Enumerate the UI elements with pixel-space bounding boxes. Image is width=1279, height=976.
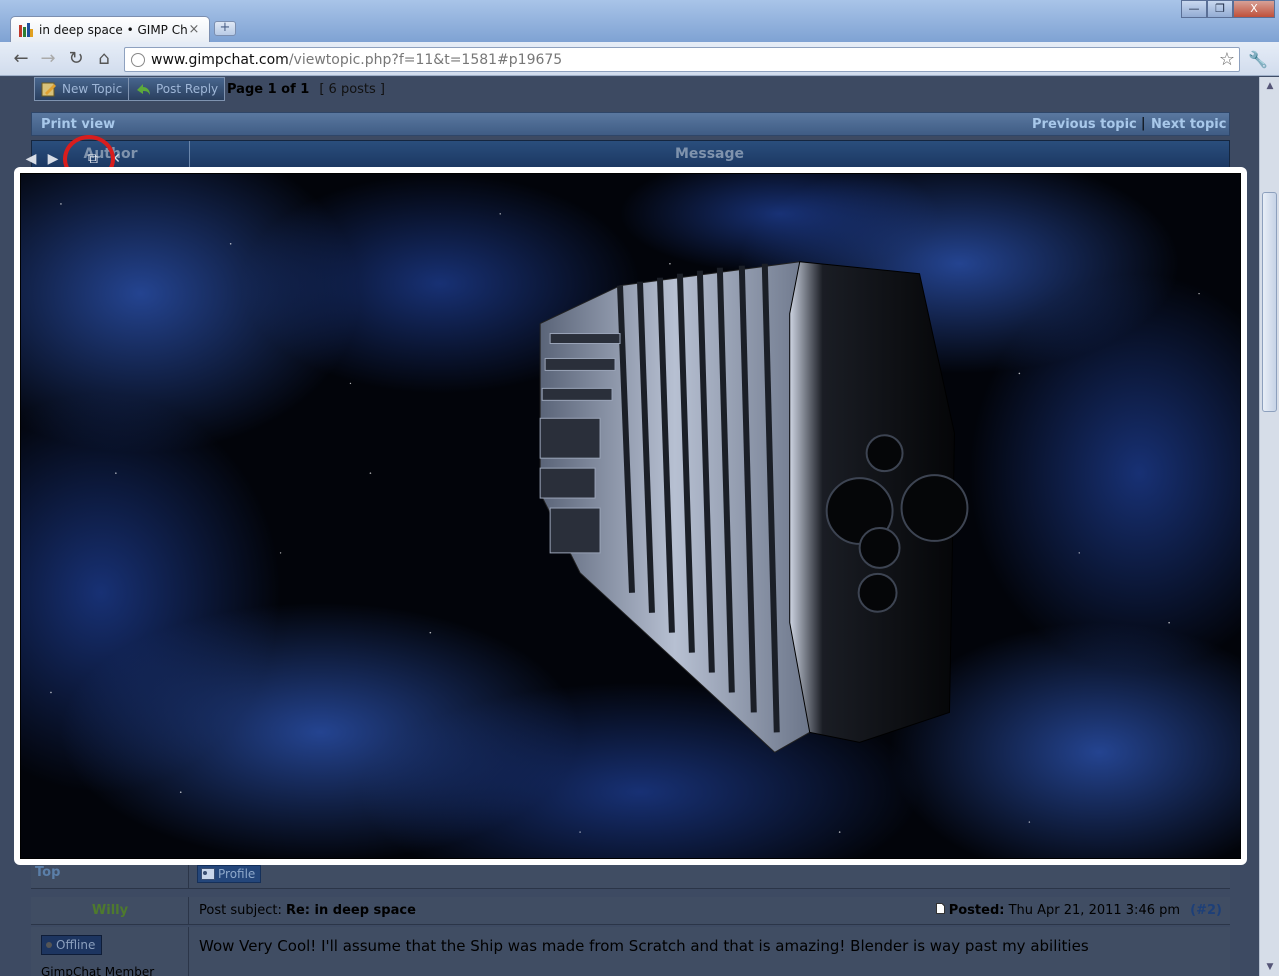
posted-date: Thu Apr 21, 2011 3:46 pm bbox=[1008, 903, 1181, 918]
tab-close-icon[interactable]: × bbox=[187, 22, 201, 37]
nav-separator: | bbox=[1141, 116, 1146, 131]
offline-status-badge: Offline bbox=[41, 935, 103, 955]
post-subject-text: Re: in deep space bbox=[285, 903, 416, 918]
window-controls: — ❐ X bbox=[1181, 0, 1275, 18]
profile-label: Profile bbox=[218, 867, 256, 881]
topic-navbar: Print view Previous topic | Next topic bbox=[31, 112, 1230, 136]
scroll-up-icon[interactable]: ▲ bbox=[1263, 79, 1277, 93]
posted-label: Posted: bbox=[948, 903, 1005, 918]
scroll-thumb[interactable] bbox=[1262, 192, 1277, 412]
page-indicator: Page 1 of 1 bbox=[227, 82, 310, 97]
topic-actions: New Topic Post Reply Page 1 of 1 [ 6 post… bbox=[32, 77, 1230, 103]
print-view-link[interactable]: Print view bbox=[41, 117, 115, 132]
post-subject: Post subject: Re: in deep space bbox=[199, 903, 416, 918]
tab-title: in deep space • GIMP Chat bbox=[39, 22, 187, 37]
posts-table-header: Author Message bbox=[31, 140, 1230, 168]
gimp-favicon-icon bbox=[19, 22, 33, 37]
profile-button[interactable]: Profile bbox=[197, 865, 262, 883]
forward-button[interactable]: → bbox=[37, 49, 59, 69]
wrench-menu-icon[interactable]: 🔧 bbox=[1248, 50, 1268, 69]
lightbox-frame bbox=[14, 167, 1247, 865]
next-topic-link[interactable]: Next topic bbox=[1151, 117, 1226, 132]
bookmark-star-icon[interactable]: ☆ bbox=[1219, 49, 1235, 70]
profile-card-icon bbox=[201, 868, 215, 880]
back-button[interactable]: ← bbox=[10, 49, 32, 69]
post-2-body: Offline GimpChat Member Wow Very Cool! I… bbox=[31, 927, 1230, 976]
post-2-header: Willy Post subject: Re: in deep space Po… bbox=[31, 897, 1230, 925]
page-scrollbar[interactable]: ▲ ▼ bbox=[1259, 77, 1279, 976]
reload-button[interactable]: ↻ bbox=[65, 49, 87, 69]
pencil-icon bbox=[41, 82, 56, 97]
new-topic-button[interactable]: New Topic bbox=[34, 77, 130, 101]
scroll-down-icon[interactable]: ▼ bbox=[1263, 960, 1277, 974]
post-posted-info: Posted: Thu Apr 21, 2011 3:46 pm (#2) bbox=[935, 903, 1222, 918]
post-icon[interactable] bbox=[935, 903, 945, 914]
lightbox-next-icon[interactable]: ▶ bbox=[44, 150, 62, 168]
url-domain: www.gimpchat.com bbox=[151, 51, 289, 68]
home-button[interactable]: ⌂ bbox=[93, 49, 115, 69]
new-topic-label: New Topic bbox=[62, 82, 123, 96]
top-link[interactable]: Top bbox=[35, 865, 60, 880]
window-close-button[interactable]: X bbox=[1233, 0, 1275, 18]
post-reply-button[interactable]: Post Reply bbox=[128, 77, 226, 101]
posts-count: [ 6 posts ] bbox=[319, 82, 386, 97]
address-bar[interactable]: www.gimpchat.com/viewtopic.php?f=11&t=15… bbox=[124, 47, 1240, 72]
post-number-link[interactable]: (#2) bbox=[1190, 903, 1222, 918]
previous-topic-link[interactable]: Previous topic bbox=[1032, 117, 1137, 132]
url-path: /viewtopic.php?f=11&t=1581#p19675 bbox=[288, 51, 563, 68]
post-subject-label: Post subject: bbox=[199, 903, 282, 918]
browser-titlebar: in deep space • GIMP Chat × + — ❐ X bbox=[0, 0, 1279, 42]
pagination: Page 1 of 1 [ 6 posts ] bbox=[227, 82, 385, 97]
post-author[interactable]: Willy bbox=[31, 903, 189, 918]
new-tab-button[interactable]: + bbox=[214, 21, 236, 36]
reply-arrow-icon bbox=[137, 84, 150, 95]
post-footer-row: Top Profile bbox=[31, 863, 1230, 889]
message-column-header: Message bbox=[674, 146, 745, 162]
browser-toolbar: ← → ↻ ⌂ www.gimpchat.com/viewtopic.php?f… bbox=[0, 42, 1279, 76]
post-reply-label: Post Reply bbox=[156, 82, 219, 96]
lightbox-prev-icon[interactable]: ◀ bbox=[22, 150, 40, 168]
browser-tab[interactable]: in deep space • GIMP Chat × bbox=[10, 16, 210, 42]
post-message: Wow Very Cool! I'll assume that the Ship… bbox=[199, 937, 1089, 955]
globe-icon bbox=[131, 52, 145, 67]
member-rank: GimpChat Member bbox=[41, 965, 155, 976]
spaceship-image bbox=[20, 173, 1241, 859]
minimize-button[interactable]: — bbox=[1181, 0, 1207, 18]
maximize-button[interactable]: ❐ bbox=[1207, 0, 1233, 18]
